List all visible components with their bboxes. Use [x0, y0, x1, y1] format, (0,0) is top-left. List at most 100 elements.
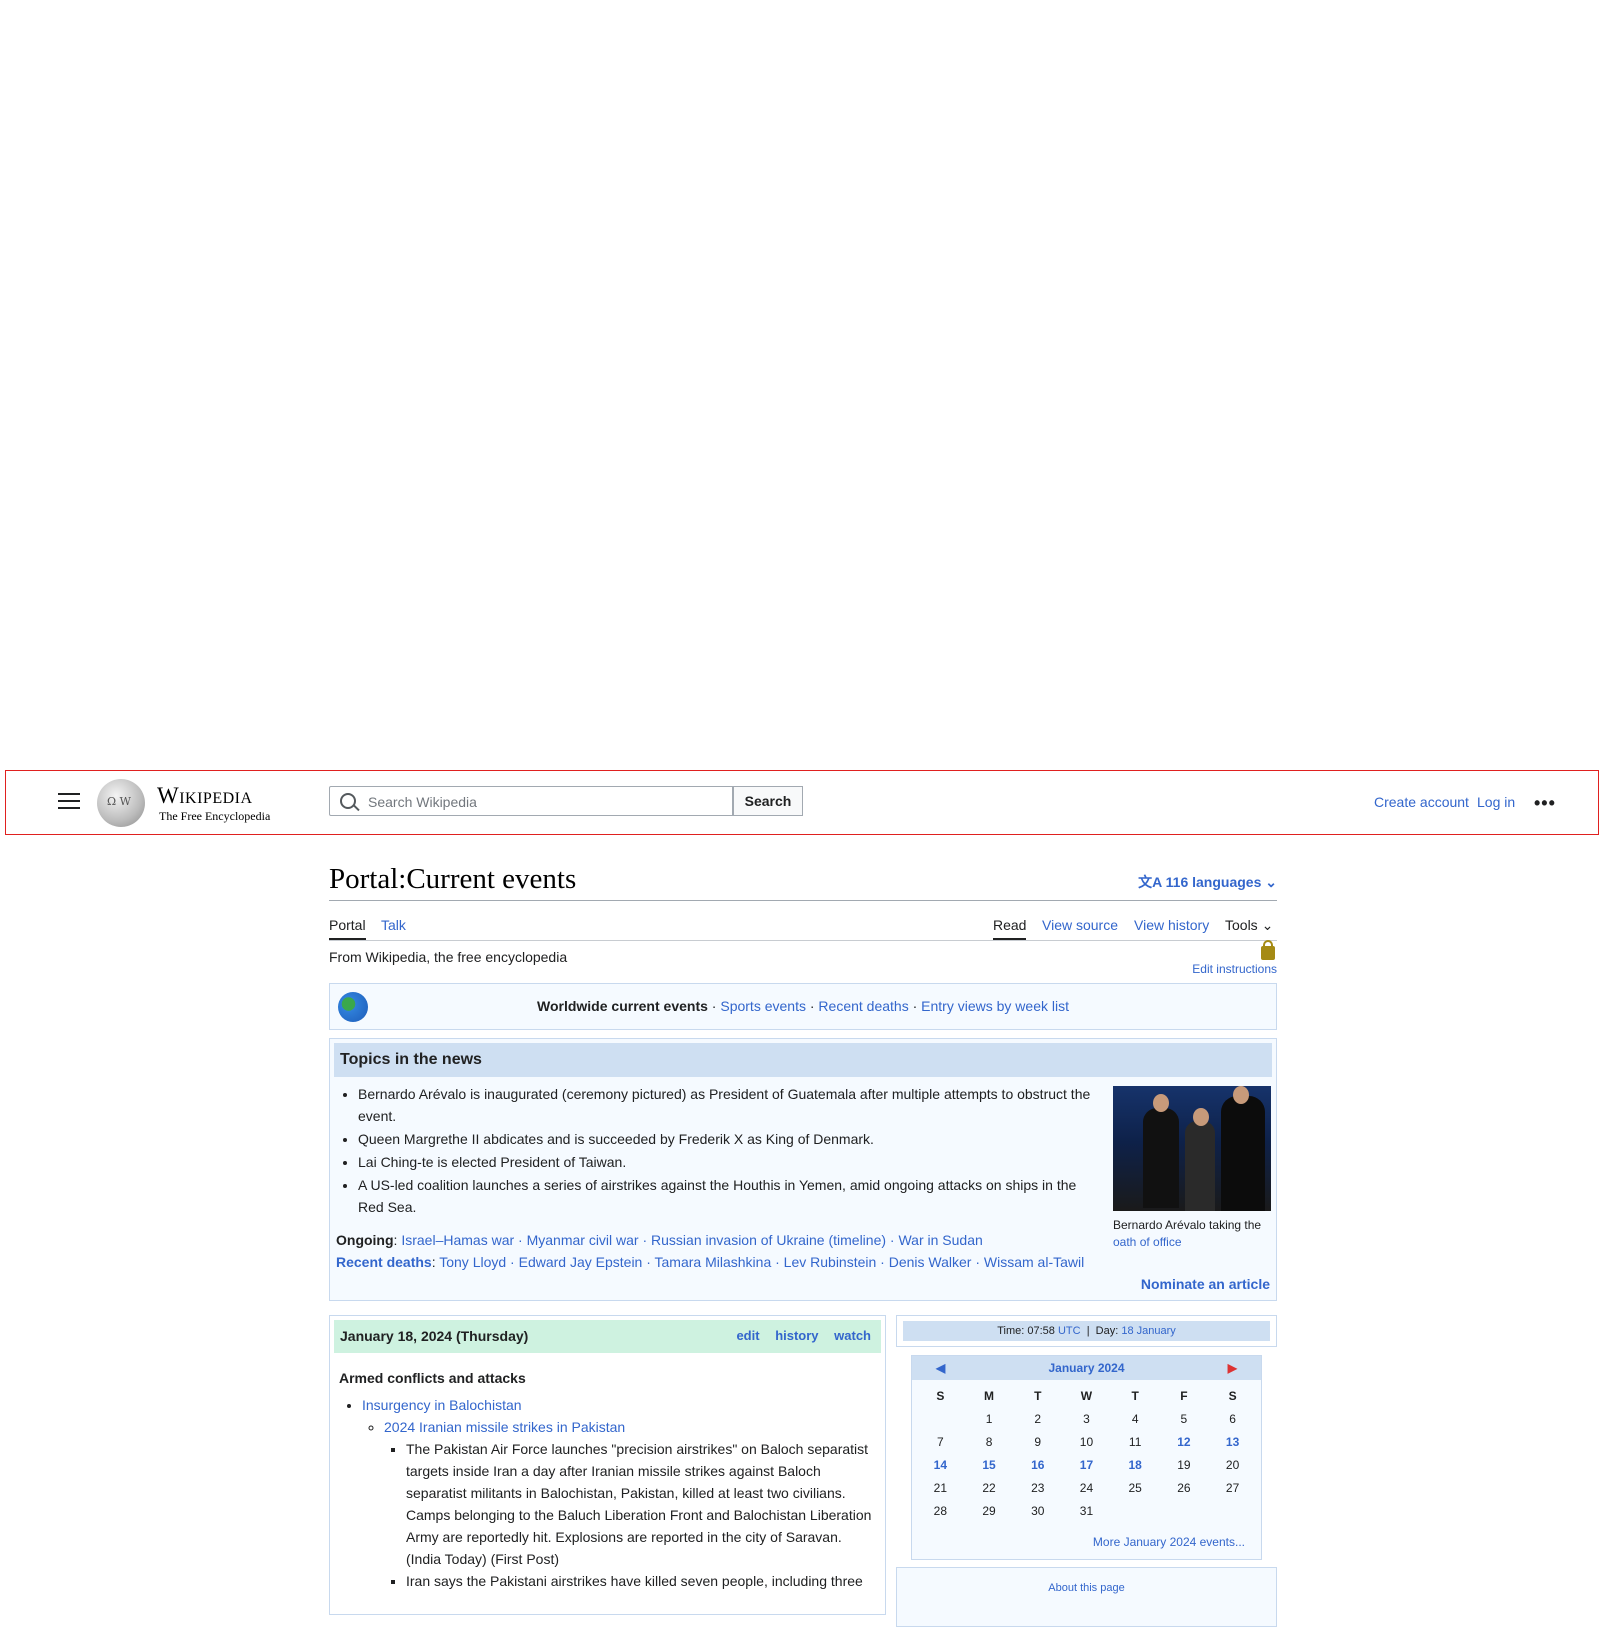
create-account-link[interactable]: Create account: [1374, 794, 1469, 810]
ongoing-links[interactable]: Israel–Hamas war · Myanmar civil war · R…: [401, 1232, 982, 1248]
main-menu-icon[interactable]: [58, 793, 80, 811]
calendar-day: 22: [982, 1480, 996, 1495]
news-item[interactable]: A US-led coalition launches a series of …: [358, 1174, 1103, 1218]
entry-views-link[interactable]: Entry views by week list: [921, 998, 1069, 1014]
calendar-day: 9: [1034, 1434, 1042, 1449]
recent-deaths-link[interactable]: Recent deaths: [818, 998, 908, 1014]
ongoing-label: Ongoing: [336, 1232, 394, 1248]
calendar-day: 28: [933, 1503, 948, 1518]
calendar-day-link[interactable]: 16: [1013, 1453, 1062, 1476]
news-item[interactable]: Bernardo Arévalo is inaugurated (ceremon…: [358, 1083, 1103, 1127]
tagline: The Free Encyclopedia: [159, 809, 271, 823]
calendar-day: 23: [1031, 1480, 1045, 1495]
photo-figure: [1143, 1108, 1179, 1208]
calendar-day-link[interactable]: 13: [1208, 1430, 1257, 1453]
tab-view-history[interactable]: View history: [1134, 917, 1209, 933]
calendar-day-link[interactable]: 12: [1160, 1430, 1209, 1453]
sports-events-link[interactable]: Sports events: [720, 998, 806, 1014]
weekday-label: S: [1228, 1388, 1237, 1403]
calendar-grid: S M T W T F S 123456 7 8 9 10 11 12 13 14 15 16 1…: [916, 1384, 1257, 1522]
lock-icon: [1261, 940, 1275, 960]
current-portal-label: Worldwide current events: [537, 998, 708, 1014]
page-title: Portal:Current events: [329, 863, 577, 895]
news-photo[interactable]: [1113, 1086, 1271, 1211]
edit-link[interactable]: edit: [736, 1328, 759, 1343]
calendar-day: 20: [1225, 1457, 1240, 1472]
recent-deaths-links[interactable]: Tony Lloyd · Edward Jay Epstein · Tamara…: [439, 1254, 1084, 1270]
calendar-day: 30: [1031, 1503, 1045, 1518]
event-subtopic-link[interactable]: 2024 Iranian missile strikes in Pakistan: [384, 1419, 625, 1435]
weekday-label: S: [936, 1388, 945, 1403]
edit-instructions-link[interactable]: Edit instructions: [1192, 962, 1277, 976]
calendar-day: 1: [985, 1411, 993, 1426]
topics-in-news-box: Topics in the news Bernardo Arévalo is i…: [329, 1038, 1277, 1301]
weekday-label: W: [1080, 1388, 1093, 1403]
search-input[interactable]: [366, 791, 720, 813]
nominate-article-link[interactable]: Nominate an article: [1141, 1276, 1270, 1292]
more-options-icon[interactable]: •••: [1534, 793, 1556, 814]
wordmark[interactable]: Wikipedia: [157, 783, 253, 809]
calendar-day: 6: [1229, 1411, 1236, 1426]
tab-portal[interactable]: Portal: [329, 917, 366, 940]
day-label: Day: [1095, 1325, 1116, 1337]
calendar-day: 25: [1128, 1480, 1142, 1495]
ongoing-line: Ongoing: Israel–Hamas war · Myanmar civi…: [336, 1232, 983, 1248]
calendar-day-link[interactable]: 17: [1062, 1453, 1111, 1476]
history-link[interactable]: history: [775, 1328, 818, 1343]
title-divider: [329, 900, 1277, 901]
event-item: The Pakistan Air Force launches "precisi…: [406, 1438, 875, 1570]
weekday-label: T: [1034, 1388, 1042, 1403]
next-month-icon[interactable]: ▶: [1228, 1356, 1237, 1380]
utc-link[interactable]: UTC: [1058, 1325, 1081, 1337]
site-header: Wikipedia The Free Encyclopedia Search C…: [5, 770, 1599, 835]
recent-deaths-line: Recent deaths: Tony Lloyd · Edward Jay E…: [336, 1254, 1085, 1270]
weekday-label: F: [1180, 1388, 1188, 1403]
portal-navbar: Worldwide current events · Sports events…: [329, 983, 1277, 1030]
wikipedia-globe-logo[interactable]: [97, 779, 145, 827]
search-button[interactable]: Search: [733, 786, 803, 816]
event-topic-link[interactable]: Insurgency in Balochistan: [362, 1397, 522, 1413]
calendar-day: 27: [1225, 1480, 1240, 1495]
oath-of-office-link[interactable]: oath of office: [1113, 1235, 1182, 1249]
category-heading: Armed conflicts and attacks: [339, 1370, 526, 1386]
search-box[interactable]: [329, 786, 733, 816]
more-events-link[interactable]: More January 2024 events...: [1093, 1535, 1245, 1549]
calendar-day: 10: [1079, 1434, 1094, 1449]
calendar-day-link[interactable]: 14: [916, 1453, 965, 1476]
news-item[interactable]: Queen Margrethe II abdicates and is succ…: [358, 1128, 1103, 1150]
weekday-label: T: [1131, 1388, 1139, 1403]
day-header: January 18, 2024 (Thursday) edit history…: [334, 1320, 881, 1353]
calendar-day: 7: [937, 1434, 944, 1449]
previous-month-icon[interactable]: ◀: [936, 1356, 945, 1380]
calendar-day: 4: [1131, 1411, 1139, 1426]
photo-figure: [1233, 1086, 1249, 1104]
tab-talk[interactable]: Talk: [381, 917, 406, 933]
about-page-link[interactable]: About this page: [1048, 1582, 1124, 1594]
weekday-label: M: [984, 1388, 995, 1403]
tools-menu[interactable]: Tools ⌄: [1225, 917, 1273, 934]
tagline-from: From Wikipedia, the free encyclopedia: [329, 949, 568, 965]
news-item[interactable]: Lai Ching-te is elected President of Tai…: [358, 1151, 1103, 1173]
languages-button[interactable]: 文A 116 languages ⌄: [1138, 872, 1277, 892]
caption-text: Bernardo Arévalo taking the: [1113, 1218, 1262, 1232]
time-bar: Time: 07:58 UTC | Day: 18 January: [903, 1321, 1270, 1341]
day-link[interactable]: 18 January: [1121, 1325, 1175, 1337]
tools-label: Tools: [1225, 917, 1258, 933]
time-box: Time: 07:58 UTC | Day: 18 January: [896, 1315, 1277, 1347]
calendar-month[interactable]: January 2024: [1048, 1361, 1124, 1375]
photo-figure: [1193, 1108, 1209, 1126]
chevron-down-icon: ⌄: [1265, 874, 1277, 890]
log-in-link[interactable]: Log in: [1477, 794, 1515, 810]
watch-link[interactable]: watch: [834, 1328, 871, 1343]
calendar-day: 11: [1128, 1434, 1142, 1449]
news-list: Bernardo Arévalo is inaugurated (ceremon…: [338, 1083, 1103, 1219]
tab-read[interactable]: Read: [993, 917, 1027, 940]
time-value: 07:58: [1027, 1325, 1055, 1337]
calendar-day-link[interactable]: 15: [965, 1453, 1014, 1476]
topics-heading: Topics in the news: [334, 1043, 1272, 1077]
calendar-day: 3: [1083, 1411, 1090, 1426]
page-tabs: Portal Talk Read View source View histor…: [329, 912, 1277, 941]
recent-deaths-label[interactable]: Recent deaths: [336, 1254, 432, 1270]
tab-view-source[interactable]: View source: [1042, 917, 1118, 933]
calendar-day-link[interactable]: 18: [1111, 1453, 1160, 1476]
